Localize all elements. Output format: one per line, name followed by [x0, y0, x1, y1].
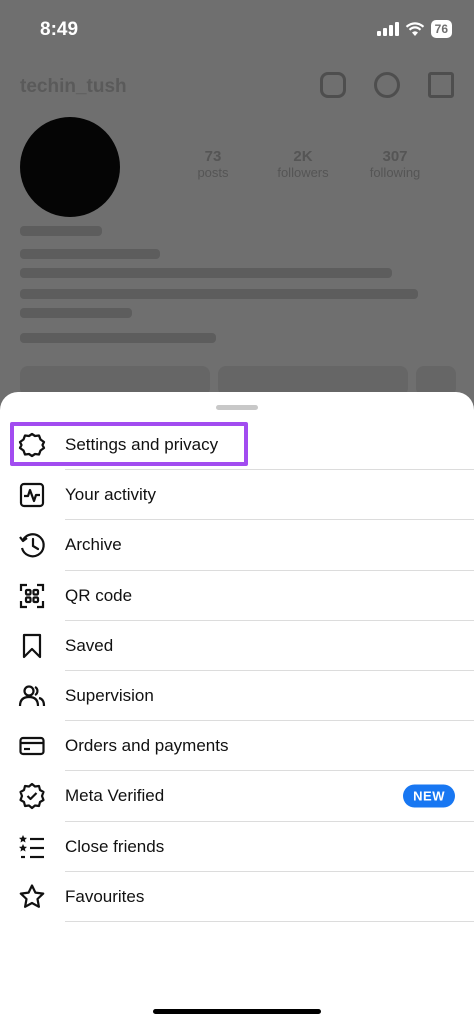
status-bar: 8:49 76 — [0, 0, 474, 60]
menu-item-label: Saved — [65, 635, 114, 655]
avatar — [20, 117, 120, 217]
menu-item-label: Supervision — [65, 686, 154, 706]
bio-line — [20, 308, 132, 318]
sheet-menu: Settings and privacy Your activity Archi… — [0, 420, 474, 922]
menu-item-qr-code[interactable]: QR code — [0, 571, 474, 621]
menu-item-saved[interactable]: Saved — [0, 621, 474, 671]
stat-label: followers — [277, 165, 329, 180]
stat-value: 73 — [204, 148, 222, 165]
close-friends-icon — [18, 833, 46, 861]
battery-icon: 76 — [430, 20, 452, 38]
menu-item-orders-and-payments[interactable]: Orders and payments — [0, 721, 474, 772]
bio-line — [20, 249, 160, 259]
card-icon — [18, 732, 46, 760]
archive-icon — [18, 531, 46, 559]
menu-item-label: Archive — [65, 535, 122, 555]
stat-posts: 73 posts — [178, 148, 248, 180]
bio-link — [20, 333, 216, 343]
qr-code-icon — [18, 582, 46, 610]
menu-item-meta-verified[interactable]: Meta Verified NEW — [0, 771, 474, 822]
new-badge: NEW — [403, 784, 455, 808]
menu-item-label: Close friends — [65, 836, 165, 856]
status-time: 8:49 — [40, 19, 79, 40]
highlight-box — [10, 422, 248, 466]
bio-line — [20, 268, 392, 278]
supervision-icon — [18, 682, 46, 710]
menu-icon — [428, 72, 454, 98]
home-indicator[interactable] — [153, 1009, 321, 1014]
sheet-handle[interactable] — [216, 405, 258, 410]
stat-followers: 2K followers — [268, 148, 338, 180]
bookmark-icon — [18, 632, 46, 660]
stat-label: following — [369, 165, 421, 180]
stat-value: 2K — [293, 148, 313, 165]
stat-following: 307 following — [360, 148, 430, 180]
menu-item-archive[interactable]: Archive — [0, 520, 474, 571]
verified-badge-icon — [18, 782, 46, 810]
menu-item-settings-and-privacy[interactable]: Settings and privacy — [0, 420, 474, 471]
threads-icon — [320, 72, 346, 98]
menu-item-label: Your activity — [65, 485, 157, 505]
menu-item-supervision[interactable]: Supervision — [0, 671, 474, 722]
cellular-signal-icon — [376, 22, 399, 36]
menu-item-label: Meta Verified — [65, 786, 165, 806]
menu-item-close-friends[interactable]: Close friends — [0, 822, 474, 872]
create-icon — [374, 72, 400, 98]
wifi-icon — [405, 21, 424, 36]
bio-line — [20, 226, 102, 236]
activity-icon — [18, 481, 46, 509]
menu-item-favourites[interactable]: Favourites — [0, 872, 474, 922]
star-icon — [18, 883, 46, 911]
stat-label: posts — [197, 165, 229, 180]
bio-line — [20, 289, 418, 299]
menu-item-label: QR code — [65, 585, 133, 605]
profile-username: techin_tush — [20, 76, 127, 97]
bottom-sheet: Settings and privacy Your activity Archi… — [0, 392, 474, 1024]
stat-value: 307 — [382, 148, 408, 165]
menu-item-label: Favourites — [65, 886, 145, 906]
status-icons: 76 — [376, 20, 452, 38]
divider — [65, 920, 474, 922]
menu-item-your-activity[interactable]: Your activity — [0, 470, 474, 521]
menu-item-label: Orders and payments — [65, 736, 229, 756]
